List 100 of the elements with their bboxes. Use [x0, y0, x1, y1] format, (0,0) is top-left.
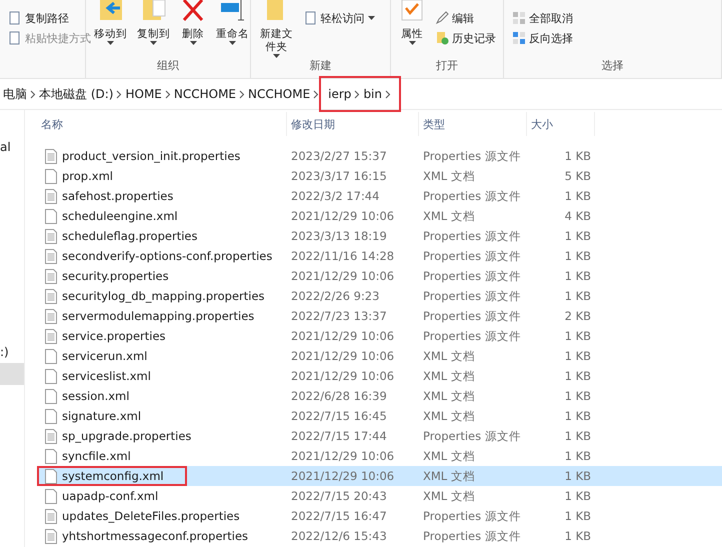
column-header[interactable]: 修改日期 [287, 112, 419, 136]
file-name: product_version_init.properties [37, 146, 287, 166]
breadcrumb-item[interactable]: ierp [325, 87, 354, 101]
file-name: scheduleengine.xml [37, 206, 287, 226]
file-row[interactable]: syncfile.xml 2021/12/29 10:06 XML 文档 1 KB [37, 446, 722, 466]
size-cell-text: 1 KB [564, 189, 592, 203]
text-file-icon [45, 188, 57, 204]
text-file-icon [45, 288, 57, 304]
file-row[interactable]: yhtshortmessageconf.properties 2022/12/6 15:43 Properties 源文件 1 KB [37, 526, 722, 546]
blank-file-icon [45, 488, 57, 504]
type-cell-text: XML 文档 [422, 468, 476, 484]
text-file-icon [45, 528, 57, 544]
squares-icon [512, 31, 526, 45]
file-row[interactable]: uapadp-conf.xml 2022/7/15 20:43 XML 文档 1 KB [37, 486, 722, 506]
ribbon-button[interactable]: 轻松访问 [302, 8, 377, 28]
file-name: syncfile.xml [37, 446, 287, 466]
size-cell-text: 4 KB [564, 209, 592, 223]
type-cell-text: Properties 源文件 [422, 528, 522, 544]
file-row[interactable]: prop.xml 2023/3/17 16:15 XML 文档 5 KB [37, 166, 722, 186]
chevron-icon [239, 90, 246, 98]
type-cell-text: XML 文档 [422, 208, 476, 224]
file-row[interactable]: sp_upgrade.properties 2022/7/15 17:44 Properties 源文件 1 KB [37, 426, 722, 446]
file-name: servermodulemapping.properties [37, 306, 287, 326]
file-row[interactable]: service.properties 2021/12/29 10:06 Properties 源文件 1 KB [37, 326, 722, 346]
file-row[interactable]: secondverify-options-conf.properties 2022/11/16 14:28 Properties 源文件 1 KB [37, 246, 722, 266]
text-file-icon [45, 508, 57, 524]
breadcrumb-item[interactable]: HOME [122, 87, 165, 101]
ribbon-button[interactable]: 删除 [178, 0, 208, 46]
nav-item[interactable]: :) [0, 341, 24, 363]
pencil-icon [435, 11, 449, 25]
file-row[interactable]: serviceslist.xml 2021/12/29 10:06 XML 文档 1 KB [37, 366, 722, 386]
file-row[interactable]: security.properties 2021/12/29 10:06 Properties 源文件 1 KB [37, 266, 722, 286]
file-name: updates_DeleteFiles.properties [37, 506, 287, 526]
date-cell-text: 2021/12/29 10:06 [290, 269, 396, 283]
file-row[interactable]: updates_DeleteFiles.properties 2022/7/15 16:47 Properties 源文件 1 KB [37, 506, 722, 526]
date-cell-text: 2022/2/26 9:23 [290, 289, 380, 303]
ribbon-button[interactable]: 重命名 [214, 0, 251, 46]
rename-icon [220, 0, 246, 22]
group-label: 选择 [600, 58, 624, 74]
date-cell-text: 2022/7/23 13:37 [290, 309, 388, 323]
ribbon-button[interactable]: 全部取消 [510, 8, 575, 28]
ribbon-button[interactable]: 反向选择 [510, 28, 575, 48]
type-cell-text: XML 文档 [422, 448, 476, 464]
column-header[interactable]: 名称 [37, 112, 287, 136]
ribbon-button[interactable]: 属性 [397, 0, 427, 46]
file-name: scheduleflag.properties [37, 226, 287, 246]
file-name: signature.xml [37, 406, 287, 426]
file-row[interactable]: systemconfig.xml 2021/12/29 10:06 XML 文档 1 KB [37, 466, 722, 486]
file-row[interactable]: servermodulemapping.properties 2022/7/23 13:37 Properties 源文件 2 KB [37, 306, 722, 326]
nav-item[interactable] [0, 363, 24, 385]
breadcrumb-item[interactable]: NCCHOME [245, 87, 314, 101]
type-cell-text: XML 文档 [422, 488, 476, 504]
size-cell-text: 1 KB [564, 329, 592, 343]
file-row[interactable]: safehost.properties 2022/3/2 17:44 Properties 源文件 1 KB [37, 186, 722, 206]
file-name: servicerun.xml [37, 346, 287, 366]
date-cell-text: 2021/12/29 10:06 [290, 209, 396, 223]
file-row[interactable]: signature.xml 2022/7/15 16:45 XML 文档 1 KB [37, 406, 722, 426]
breadcrumb-item[interactable]: bin [360, 87, 385, 101]
group-label: 打开 [435, 58, 459, 74]
size-cell-text: 1 KB [564, 369, 592, 383]
breadcrumb-item[interactable]: 电脑 [0, 86, 30, 102]
file-row[interactable]: product_version_init.properties 2023/2/27 15:37 Properties 源文件 1 KB [37, 146, 722, 166]
type-cell-text: Properties 源文件 [422, 148, 522, 164]
nav-item[interactable]: al [0, 136, 24, 158]
file-name: service.properties [37, 326, 287, 346]
file-name: security.properties [37, 266, 287, 286]
column-header[interactable]: 类型 [419, 112, 527, 136]
ribbon-button[interactable]: 复制路径 [6, 8, 93, 28]
size-cell-text: 1 KB [564, 469, 592, 483]
ribbon-button[interactable]: 新建文件夹 [257, 0, 296, 59]
size-cell-text: 1 KB [564, 389, 592, 403]
caret-icon [408, 41, 416, 46]
breadcrumb-item[interactable]: NCCHOME [170, 87, 240, 101]
ribbon-button[interactable]: 移动到 [92, 0, 129, 46]
size-cell-text: 1 KB [564, 349, 592, 363]
type-cell-text: XML 文档 [422, 368, 476, 384]
type-cell-text: Properties 源文件 [422, 248, 522, 264]
caret-icon [150, 41, 157, 46]
date-cell-text: 2021/12/29 10:06 [290, 449, 396, 463]
ribbon-button[interactable]: 历史记录 [433, 28, 498, 48]
date-cell-text: 2022/6/28 16:39 [290, 389, 388, 403]
file-row[interactable]: scheduleengine.xml 2021/12/29 10:06 XML 文档 4 KB [37, 206, 722, 226]
file-row[interactable]: scheduleflag.properties 2023/3/13 18:19 Properties 源文件 1 KB [37, 226, 722, 246]
ribbon-button[interactable]: 复制到 [135, 0, 172, 46]
caret-icon [190, 41, 196, 46]
breadcrumb-item[interactable]: 本地磁盘 (D:) [36, 86, 116, 102]
grid-icon [512, 11, 526, 25]
group-label: 组织 [156, 58, 180, 74]
file-row[interactable]: securitylog_db_mapping.properties 2022/2/26 9:23 Properties 源文件 1 KB [37, 286, 722, 306]
date-cell-text: 2023/3/17 16:15 [290, 169, 388, 183]
file-name: serviceslist.xml [37, 366, 287, 386]
ribbon-button[interactable]: 编辑 [433, 8, 498, 28]
blank-file-icon [45, 208, 57, 224]
size-cell-text: 1 KB [564, 509, 592, 523]
blank-file-icon [45, 368, 57, 384]
date-cell-text: 2021/12/29 10:06 [290, 329, 396, 343]
column-header[interactable]: 大小 [527, 112, 595, 136]
file-row[interactable]: session.xml 2022/6/28 16:39 XML 文档 1 KB [37, 386, 722, 406]
file-row[interactable]: servicerun.xml 2021/12/29 10:06 XML 文档 1 KB [37, 346, 722, 366]
blank-file-icon [45, 388, 57, 404]
